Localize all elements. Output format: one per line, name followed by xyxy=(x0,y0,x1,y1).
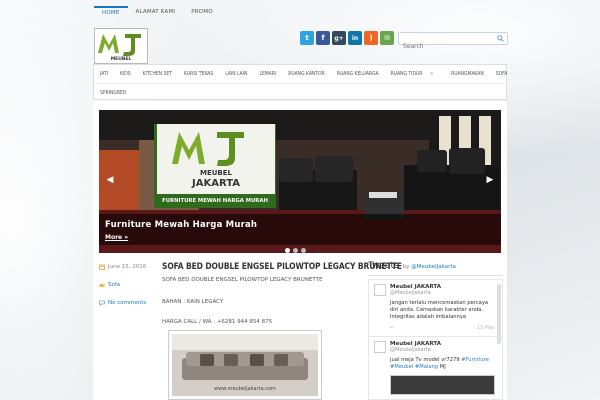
top-nav-alamat-kami[interactable]: ALAMAT KAMI xyxy=(128,6,184,20)
search-icon[interactable] xyxy=(497,35,504,42)
tweet-date[interactable]: 13 May xyxy=(477,325,495,331)
tweet-text: jual meja Tv model vr7279 #Furniture #Me… xyxy=(390,357,495,371)
svg-text:MEUBEL: MEUBEL xyxy=(111,56,132,62)
category-row: SPRINGBED xyxy=(94,83,506,101)
tweets-by-handle[interactable]: @MeubelJakarta xyxy=(411,264,456,270)
tweet-author-handle[interactable]: @MeubelJakarta xyxy=(390,290,495,296)
category-row: JATI KIDS KITCHEN SET KURSI TERAS LAIN L… xyxy=(94,65,507,83)
category-kids[interactable]: KIDS xyxy=(114,71,137,77)
social-icons: t f g+ in ) ✉ xyxy=(300,31,394,45)
site-logo[interactable]: MEUBEL xyxy=(94,28,148,64)
post-material: BAHAN : KAIN LEGACY xyxy=(162,299,224,305)
category-ruang-keluarga[interactable]: RUANG KELUARGA xyxy=(331,71,385,77)
hashtag-link[interactable]: #Furniture xyxy=(461,357,489,363)
slider-dots xyxy=(285,248,306,253)
linkedin-icon[interactable]: in xyxy=(348,31,362,45)
slider-dot[interactable] xyxy=(285,248,290,253)
image-watermark: www.meubeljakarta.com xyxy=(214,386,276,392)
comment-icon xyxy=(99,300,105,306)
category-kursi-teras[interactable]: KURSI TERAS xyxy=(178,71,219,77)
tweet-text: Jangan terlalu mencemaskan percaya diri … xyxy=(390,300,489,320)
search-box xyxy=(398,32,508,52)
main-content: MEUBEL JAKARTA FURNITURE MEWAH HARGA MUR… xyxy=(93,101,507,400)
top-nav-home[interactable]: HOME xyxy=(94,6,128,20)
facebook-icon[interactable]: f xyxy=(316,31,330,45)
submenu-arrow-icon: » xyxy=(430,71,434,77)
tweet-footer: ↩ 13 May xyxy=(390,325,495,332)
post-image[interactable]: www.meubeljakarta.com xyxy=(168,330,322,400)
tweet-timeline[interactable]: Meubel JAKARTA @MeubelJakarta Jangan ter… xyxy=(368,279,503,400)
post-category-link[interactable]: Sofa xyxy=(108,282,120,288)
tweet-text-suffix: MJ xyxy=(438,364,446,370)
category-kitchen-set[interactable]: KITCHEN SET xyxy=(137,71,178,77)
twitter-icon[interactable]: t xyxy=(300,31,314,45)
reply-icon[interactable]: ↩ xyxy=(390,325,394,331)
hashtag-link[interactable]: #Meubel xyxy=(390,364,413,370)
post-subtitle: SOFA BED DOUBLE ENGSEL PILOWTOP LEGACY B… xyxy=(162,277,323,283)
avatar[interactable] xyxy=(374,284,386,296)
post-price-call: HARGA CALL / WA : +6281 944 854 875 xyxy=(162,319,273,325)
slide-caption: Furniture Mewah Harga Murah More » xyxy=(99,214,501,245)
post-body: SOFA BED DOUBLE ENGSEL PILOWTOP LEGACY B… xyxy=(162,261,402,326)
category-springbed[interactable]: SPRINGBED xyxy=(94,90,132,96)
slider-dot[interactable] xyxy=(301,248,306,253)
tweets-header: Tweets by @MeubelJakarta xyxy=(368,261,503,276)
slide-caption-title: Furniture Mewah Harga Murah xyxy=(105,220,258,230)
post-comments-link[interactable]: No comments xyxy=(108,300,146,306)
top-nav: HOME ALAMAT KAMI PROMO xyxy=(94,6,221,20)
category-ruangmakan[interactable]: RUANGMAKAN xyxy=(445,71,490,77)
slider-next-button[interactable]: ▶ xyxy=(485,174,495,186)
slider-dot[interactable] xyxy=(293,248,298,253)
calendar-icon xyxy=(99,264,105,270)
post-comments-row: No comments xyxy=(99,297,155,309)
slider-prev-button[interactable]: ◀ xyxy=(105,174,115,186)
category-sofa[interactable]: SOFA xyxy=(490,71,514,77)
folder-icon xyxy=(99,283,105,287)
search-input[interactable] xyxy=(399,41,495,52)
tweet-text-prefix: jual meja Tv model vr7279 xyxy=(390,357,462,363)
google-plus-icon[interactable]: g+ xyxy=(332,31,346,45)
tweets-by: by @MeubelJakarta xyxy=(403,264,456,270)
sofa-photo: www.meubeljakarta.com xyxy=(172,334,318,396)
hashtag-link[interactable]: #Malang xyxy=(415,364,438,370)
tweets-title: Tweets xyxy=(368,261,399,271)
post-category-row: Sofa xyxy=(99,279,155,291)
post-date: June 15, 2016 xyxy=(108,264,147,270)
slide-more-link[interactable]: More » xyxy=(105,234,128,241)
top-nav-promo[interactable]: PROMO xyxy=(183,6,221,20)
tweet-media[interactable] xyxy=(390,375,495,395)
category-lemari[interactable]: LEMARI xyxy=(253,71,282,77)
category-ruang-kantor[interactable]: RUANG KANTOR xyxy=(282,71,331,77)
category-jati[interactable]: JATI xyxy=(94,71,114,77)
sign-tagline: FURNITURE MEWAH HARGA MURAH xyxy=(162,198,268,204)
category-lain-lain[interactable]: LAIN LAIN xyxy=(219,71,253,77)
avatar[interactable] xyxy=(374,341,386,353)
rss-icon[interactable]: ) xyxy=(364,31,378,45)
tweet-item: Meubel JAKARTA @MeubelJakarta Jangan ter… xyxy=(369,280,502,337)
image-slider: MEUBEL JAKARTA FURNITURE MEWAH HARGA MUR… xyxy=(99,110,501,253)
tweet-item: Meubel JAKARTA @MeubelJakarta jual meja … xyxy=(369,337,502,399)
sign-line1: MEUBEL xyxy=(200,169,233,177)
category-ruang-tidur[interactable]: RUANG TIDUR » xyxy=(385,71,446,77)
post-title[interactable]: SOFA BED DOUBLE ENGSEL PILOWTOP LEGACY B… xyxy=(162,261,402,271)
post-date-row: June 15, 2016 xyxy=(99,261,155,273)
category-nav: JATI KIDS KITCHEN SET KURSI TERAS LAIN L… xyxy=(93,64,507,100)
category-ruang-tidur-label: RUANG TIDUR xyxy=(390,71,423,77)
tweets-by-prefix: by xyxy=(402,264,410,270)
email-icon[interactable]: ✉ xyxy=(380,31,394,45)
sign-line2: JAKARTA xyxy=(191,178,240,189)
post-meta: June 15, 2016 Sofa No comments xyxy=(99,261,155,315)
tweet-author-handle[interactable]: @MeubelJakarta xyxy=(390,347,495,353)
tweets-widget: Tweets by @MeubelJakarta Meubel JAKARTA … xyxy=(368,261,503,400)
